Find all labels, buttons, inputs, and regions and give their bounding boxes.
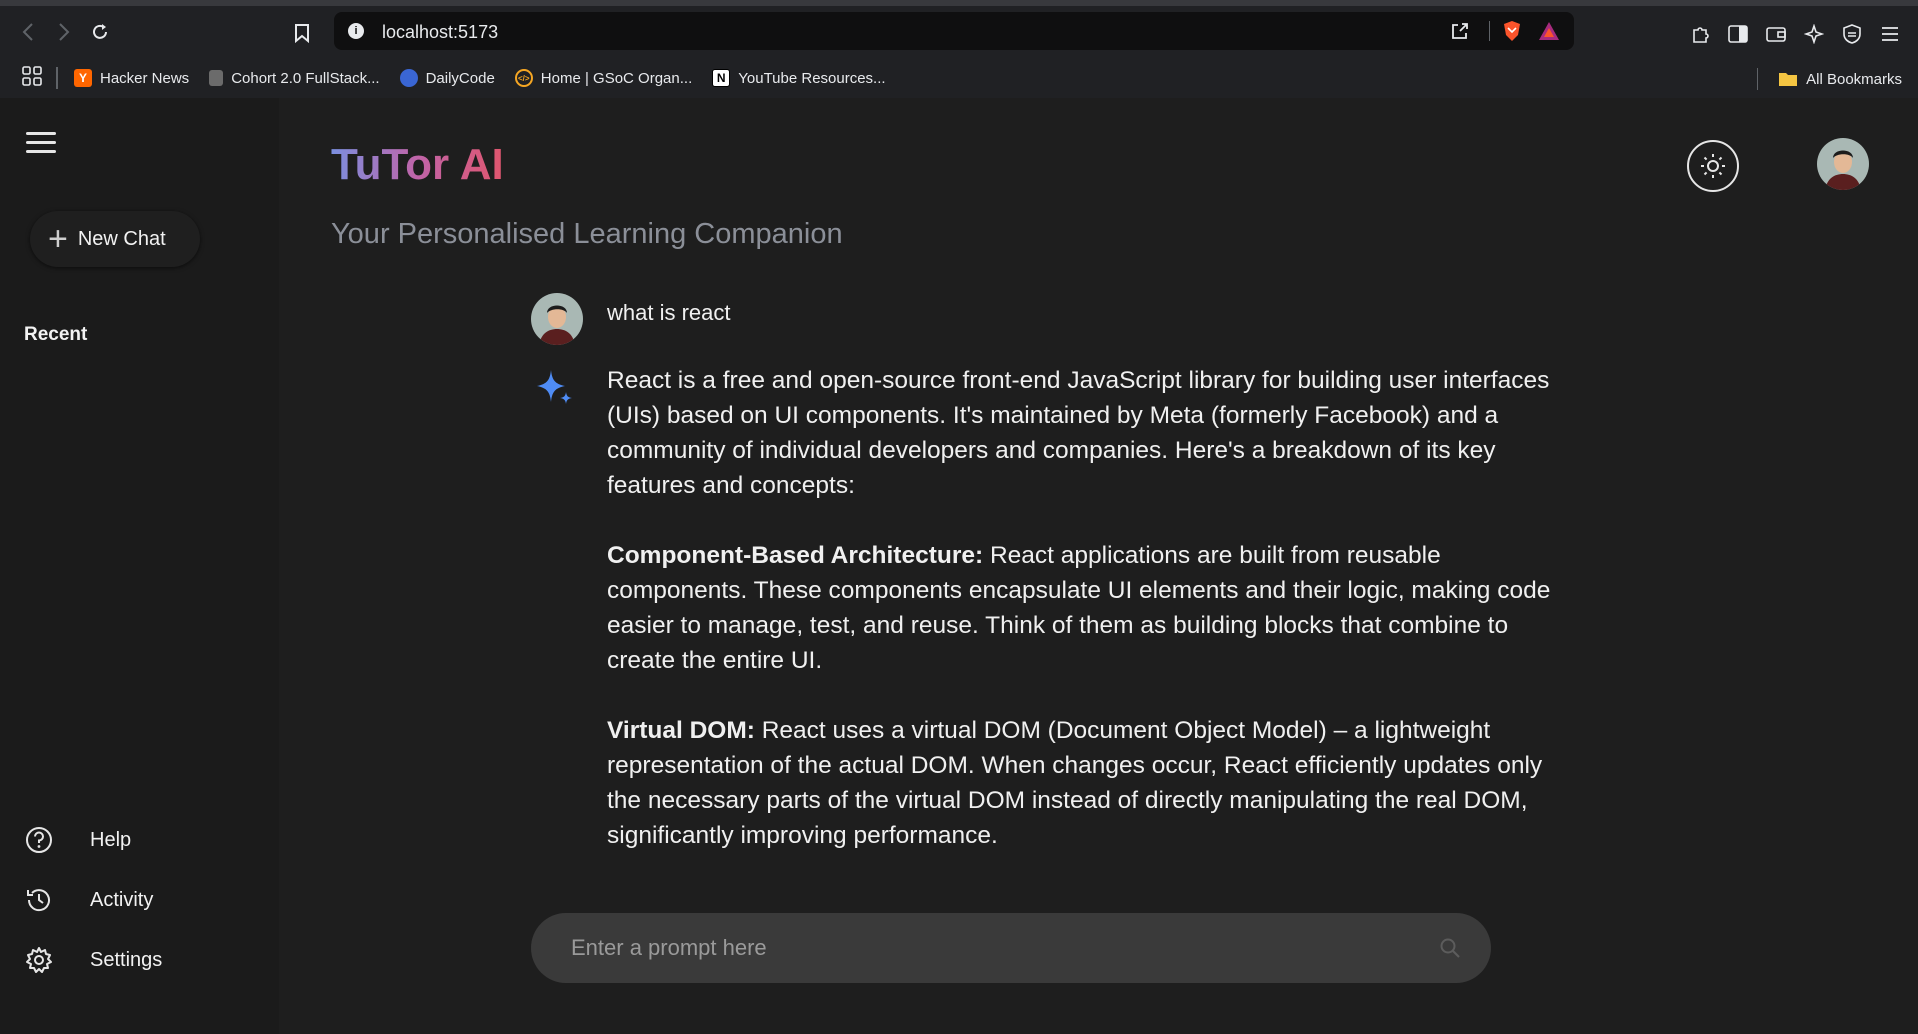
history-icon	[27, 889, 50, 912]
vpn-icon[interactable]	[1842, 24, 1862, 44]
bookmark-dailycode[interactable]: DailyCode	[399, 69, 495, 87]
brave-shield-icon[interactable]	[1502, 21, 1522, 41]
extensions-puzzle-icon[interactable]	[1690, 24, 1710, 44]
brave-rewards-icon[interactable]	[1538, 21, 1560, 41]
main-area: TuTor AI Your Personalised Learning Comp…	[279, 98, 1918, 1034]
bookmark-label: DailyCode	[425, 69, 495, 87]
hacker-news-icon: Y	[74, 69, 92, 87]
dailycode-icon	[399, 69, 418, 87]
app-subtitle: Your Personalised Learning Companion	[331, 218, 843, 250]
section-heading: Virtual DOM:	[607, 717, 755, 744]
omnibox-divider	[1489, 21, 1490, 41]
new-chat-button[interactable]: + New Chat	[30, 211, 200, 267]
assistant-response: React is a free and open-source front-en…	[607, 363, 1567, 848]
bookmark-gsoc[interactable]: </> Home | GSoC Organ...	[514, 69, 693, 87]
forward-button[interactable]	[52, 20, 76, 44]
notion-icon: N	[712, 69, 731, 87]
bookmark-cohort[interactable]: Cohort 2.0 FullStack...	[209, 69, 380, 87]
apps-grid-icon[interactable]	[22, 66, 42, 90]
prompt-input[interactable]	[571, 935, 1391, 961]
response-section: Component-Based Architecture: React appl…	[607, 538, 1567, 678]
avatar	[531, 293, 583, 345]
wallet-icon[interactable]	[1766, 24, 1786, 44]
app-title: TuTor AI	[331, 140, 504, 189]
bookmark-youtube-resources[interactable]: N YouTube Resources...	[712, 69, 886, 87]
section-heading: Component-Based Architecture:	[607, 542, 984, 569]
sidebar-item-help[interactable]: Help	[24, 825, 162, 855]
search-icon[interactable]	[1439, 937, 1461, 959]
new-chat-label: New Chat	[77, 227, 166, 250]
bookmarks-divider	[56, 67, 58, 89]
user-message-text: what is react	[607, 300, 731, 325]
sidebar-item-label: Help	[90, 828, 132, 851]
recent-heading: Recent	[24, 324, 88, 345]
sidebar-item-settings[interactable]: Settings	[24, 945, 162, 975]
share-icon[interactable]	[1450, 21, 1470, 41]
chat-thread: what is react React is a free and open-s…	[531, 293, 1571, 848]
bookmark-page-icon[interactable]	[294, 23, 312, 44]
leo-ai-icon[interactable]	[1804, 24, 1824, 44]
back-button[interactable]	[16, 20, 40, 44]
all-bookmarks[interactable]: All Bookmarks	[1757, 68, 1902, 90]
gear-icon	[26, 947, 52, 973]
bookmarks-bar: Y Hacker News Cohort 2.0 FullStack... Da…	[0, 58, 1918, 98]
help-icon	[26, 827, 52, 853]
sidebar-item-label: Activity	[90, 888, 154, 911]
gsoc-icon: </>	[514, 69, 533, 87]
address-bar[interactable]: i localhost:5173	[334, 12, 1574, 50]
bookmark-label: YouTube Resources...	[738, 69, 886, 87]
sidebar-item-activity[interactable]: Activity	[24, 885, 162, 915]
response-section: Virtual DOM: React uses a virtual DOM (D…	[607, 713, 1567, 848]
bookmark-label: Cohort 2.0 FullStack...	[231, 69, 380, 87]
extension-toolbar	[1690, 24, 1900, 44]
sidebar-bottom-menu: Help Activity Settings	[24, 825, 162, 1005]
bookmark-hacker-news[interactable]: Y Hacker News	[74, 69, 189, 87]
sidebar-item-label: Settings	[90, 948, 163, 971]
browser-toolbar: i localhost:5173	[0, 0, 1918, 58]
url-text[interactable]: localhost:5173	[382, 22, 498, 43]
sidebar-toggle-icon[interactable]	[1728, 24, 1748, 44]
user-avatar[interactable]	[1817, 138, 1869, 190]
response-intro: React is a free and open-source front-en…	[607, 367, 1550, 499]
reload-button[interactable]	[88, 20, 112, 44]
theme-toggle-button[interactable]	[1687, 140, 1739, 192]
menu-icon[interactable]	[26, 132, 56, 154]
sun-icon	[1701, 154, 1725, 178]
prompt-bar	[531, 913, 1491, 983]
user-message: what is react	[531, 293, 731, 345]
bookmarks-divider	[1757, 68, 1759, 90]
folder-icon	[1779, 73, 1798, 86]
sidebar: + New Chat Recent Help Activity Settings	[0, 98, 279, 1034]
all-bookmarks-label: All Bookmarks	[1806, 70, 1902, 88]
gemini-sparkle-icon	[537, 370, 572, 404]
site-info-icon[interactable]: i	[348, 23, 364, 39]
document-icon	[209, 70, 224, 86]
plus-icon: +	[48, 220, 68, 258]
browser-menu-icon[interactable]	[1880, 24, 1900, 44]
bookmark-label: Home | GSoC Organ...	[540, 69, 693, 87]
bookmark-label: Hacker News	[100, 69, 190, 87]
